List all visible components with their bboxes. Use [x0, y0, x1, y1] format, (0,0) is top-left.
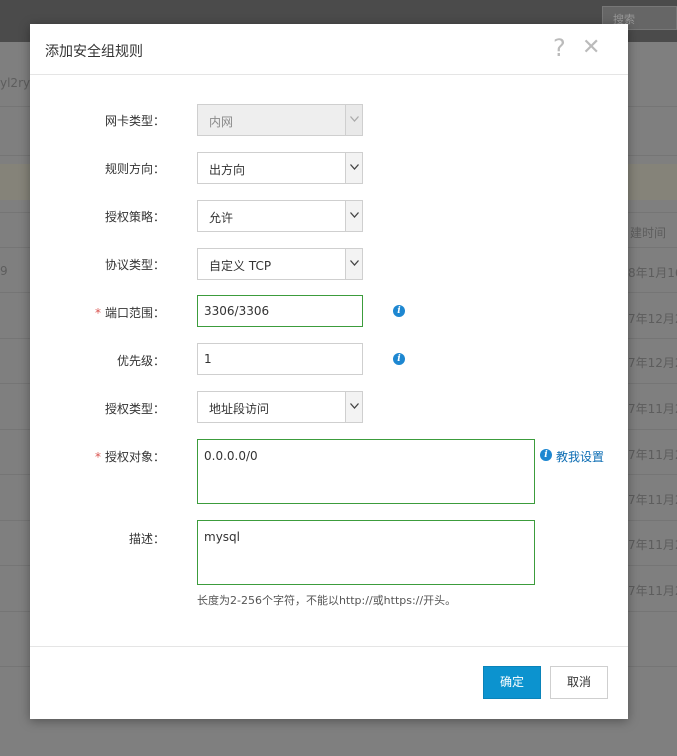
dialog-footer-divider — [30, 646, 628, 647]
add-security-group-rule-dialog: 添加安全组规则 ? ✕ 网卡类型： 内网 规则方向： 出方向 授权策略： 允许 … — [30, 24, 628, 719]
close-icon[interactable]: ✕ — [582, 35, 600, 61]
description-value: mysql — [204, 530, 240, 544]
port-range-label: * 端口范围： — [30, 304, 165, 321]
port-range-value: 3306/3306 — [204, 304, 270, 318]
chevron-down-icon[interactable] — [345, 153, 362, 183]
auth-type-value: 地址段访问 — [209, 402, 270, 416]
background-cell: 7年11月2 — [628, 538, 677, 552]
auth-object-value: 0.0.0.0/0 — [204, 449, 258, 463]
direction-select[interactable]: 出方向 — [197, 152, 363, 184]
description-textarea[interactable]: mysql — [197, 520, 535, 585]
background-cell: 7年11月2 — [628, 402, 677, 416]
auth-type-label: 授权类型： — [104, 402, 165, 416]
info-icon[interactable]: i — [393, 353, 405, 365]
protocol-select[interactable]: 自定义 TCP — [197, 248, 363, 280]
background-cell: 9 — [0, 264, 8, 278]
priority-label: 优先级： — [116, 354, 165, 368]
direction-label: 规则方向： — [104, 162, 165, 176]
auth-object-label: * 授权对象： — [30, 448, 165, 465]
required-mark: * — [94, 306, 101, 320]
help-icon[interactable]: ? — [553, 35, 566, 61]
chevron-down-icon[interactable] — [345, 392, 362, 422]
description-hint: 长度为2-256个字符，不能以http://或https://开头。 — [197, 594, 457, 607]
priority-input[interactable]: 1 — [197, 343, 363, 375]
background-column-header: 建时间 — [630, 226, 667, 240]
required-mark: * — [94, 450, 101, 464]
port-range-label-text: 端口范围： — [104, 306, 165, 320]
dialog-title: 添加安全组规则 — [45, 44, 143, 60]
protocol-value: 自定义 TCP — [209, 259, 272, 273]
background-cell: 7年11月2 — [628, 448, 677, 462]
priority-value: 1 — [204, 352, 212, 366]
background-cell: 7年12月2 — [628, 356, 677, 370]
policy-label: 授权策略： — [104, 210, 165, 224]
info-icon[interactable]: i — [393, 305, 405, 317]
description-label: 描述： — [128, 532, 165, 546]
chevron-down-icon[interactable] — [345, 249, 362, 279]
background-cell: 8年1月16 — [628, 266, 677, 280]
background-cell: 7年11月2 — [628, 493, 677, 507]
confirm-button[interactable]: 确定 — [483, 666, 541, 699]
background-cell: 7年12月2 — [628, 312, 677, 326]
teach-me-link[interactable]: 教我设置 — [556, 448, 604, 465]
info-icon: i — [540, 449, 552, 461]
nic-type-value: 内网 — [209, 115, 234, 129]
chevron-down-icon[interactable] — [345, 201, 362, 231]
auth-object-label-text: 授权对象： — [104, 450, 165, 464]
dialog-header: 添加安全组规则 ? ✕ — [30, 24, 628, 75]
cancel-button[interactable]: 取消 — [550, 666, 608, 699]
chevron-down-icon — [345, 105, 362, 135]
nic-type-select: 内网 — [197, 104, 363, 136]
nic-type-label: 网卡类型： — [104, 114, 165, 128]
policy-select[interactable]: 允许 — [197, 200, 363, 232]
port-range-input[interactable]: 3306/3306 — [197, 295, 363, 327]
background-cell: 7年11月2 — [628, 584, 677, 598]
protocol-label: 协议类型： — [104, 258, 165, 272]
auth-type-select[interactable]: 地址段访问 — [197, 391, 363, 423]
direction-value: 出方向 — [209, 163, 246, 177]
auth-object-textarea[interactable]: 0.0.0.0/0 — [197, 439, 535, 504]
policy-value: 允许 — [209, 211, 234, 225]
